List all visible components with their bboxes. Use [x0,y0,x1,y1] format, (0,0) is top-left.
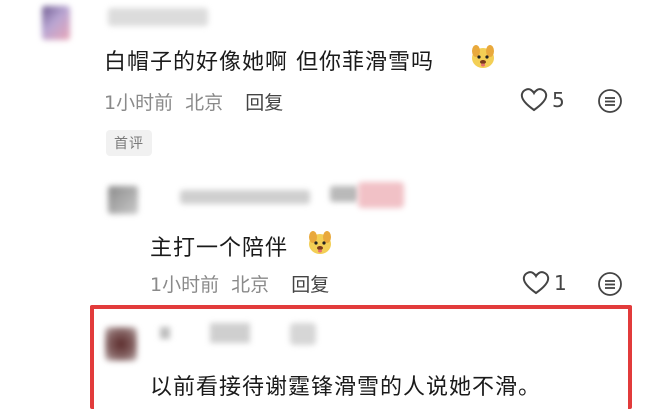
username-blurred-extra [210,323,250,343]
username-blurred[interactable] [180,190,310,204]
reply-button[interactable]: 回复 [291,274,329,296]
username-blurred[interactable] [108,8,208,26]
like-count: 1 [554,271,567,295]
comment-meta: 1小时前 北京 回复 [150,270,329,297]
comment-1: 白帽子的好像她啊 但你菲滑雪吗 1小时前 北京 回复 5 首评 [0,0,660,170]
like-count: 5 [552,88,565,112]
more-options-icon[interactable] [597,271,623,297]
reply-button[interactable]: 回复 [245,92,283,114]
comment-text: 主打一个陪伴 [150,236,289,261]
comment-location: 北京 [231,274,270,296]
comment-time: 1小时前 [150,274,220,296]
avatar[interactable] [42,6,70,40]
first-comment-badge: 首评 [106,130,152,156]
comment-text: 白帽子的好像她啊 但你菲滑雪吗 [104,50,434,75]
heart-outline-icon[interactable] [520,87,548,113]
username-blurred-extra [330,186,358,202]
heart-outline-icon[interactable] [522,270,550,296]
dog-face-emoji [468,41,498,71]
username-blurred[interactable] [160,327,170,339]
username-blurred-accent [290,323,316,345]
comment-text: 以前看接待谢霆锋滑雪的人说她不滑。 [150,375,542,400]
dog-face-emoji [305,227,335,257]
comment-2: 主打一个陪伴 1小时前 北京 回复 1 [0,170,660,300]
username-blurred-accent [358,182,404,208]
comment-3: 以前看接待谢霆锋滑雪的人说她不滑。 [0,305,660,401]
avatar[interactable] [108,186,138,214]
comment-meta: 1小时前 北京 回复 [104,88,283,115]
more-options-icon[interactable] [597,88,623,114]
comment-location: 北京 [185,92,224,114]
avatar[interactable] [105,327,137,361]
comment-time: 1小时前 [104,92,174,114]
